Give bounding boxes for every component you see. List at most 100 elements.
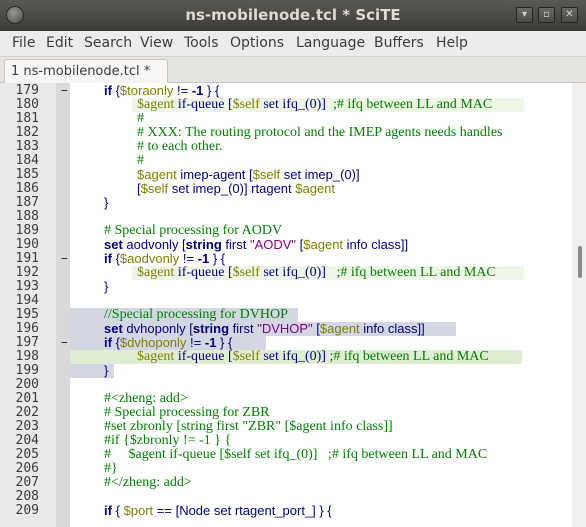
menu-search[interactable]: Search (84, 35, 132, 51)
code-line[interactable]: 181 # (0, 112, 572, 126)
code-token: set (104, 237, 123, 252)
code-line[interactable]: 187} (0, 196, 572, 210)
code-text: # $agent if-queue [$self set ifq_(0)] ;#… (104, 448, 487, 462)
code-token: $self (232, 349, 260, 364)
code-line[interactable]: 208 (0, 490, 572, 504)
maximize-button[interactable]: ▫ (538, 7, 555, 23)
code-token: set ifq_(0)] (259, 265, 337, 280)
code-line[interactable]: 186 [$self set imep_(0)] rtagent $agent (0, 182, 572, 196)
code-line[interactable]: 190 set aodvonly [string first "AODV" [$a… (0, 238, 572, 252)
code-line[interactable]: 196 set dvhoponly [string first "DVHOP" [… (0, 322, 572, 336)
menu-view[interactable]: View (140, 35, 173, 51)
code-line[interactable]: 180 $agent if-queue [$self set ifq_(0)] ;… (0, 98, 572, 112)
fold-marker-icon[interactable]: − (61, 252, 68, 266)
code-token: ;# ifq between LL and MAC (329, 349, 489, 364)
code-line[interactable]: 191 − if {$aodvonly != -1 } { (0, 252, 572, 266)
menu-edit[interactable]: Edit (46, 35, 73, 51)
line-number: 209 (15, 503, 39, 518)
code-line[interactable]: 179 − if {$toraonly != -1 } { (0, 84, 572, 98)
code-token: first (229, 321, 258, 336)
line-number: 207 (15, 475, 39, 490)
menu-options[interactable]: Options (230, 35, 284, 51)
line-number: 196 (15, 321, 39, 336)
menu-language[interactable]: Language (296, 35, 365, 51)
line-number: 191 (15, 251, 39, 266)
code-line[interactable]: 205 # $agent if-queue [$self set ifq_(0)]… (0, 448, 572, 462)
code-text: #set zbronly [string first "ZBR" [$agent… (104, 420, 393, 434)
code-line[interactable]: 207 #</zheng: add> (0, 476, 572, 490)
code-text: # XXX: The routing protocol and the IMEP… (137, 126, 502, 140)
code-token: != (186, 335, 205, 350)
code-token: } (104, 279, 109, 294)
code-line[interactable]: 192 $agent if-queue [$self set ifq_(0)] ;… (0, 266, 572, 280)
menu-file[interactable]: File (12, 35, 35, 51)
code-token: //Special processing for DVHOP (104, 307, 288, 322)
code-line[interactable]: 197 − if {$dvhoponly != -1 } { (0, 336, 572, 350)
menu-buffers[interactable]: Buffers (374, 35, 424, 51)
code-token: ;# ifq between LL and MAC (332, 97, 493, 112)
code-text: #</zheng: add> (104, 476, 192, 490)
code-line[interactable]: 206 #} (0, 462, 572, 476)
code-token: # Special processing for AODV (104, 223, 283, 238)
code-text: # (137, 154, 144, 168)
code-line[interactable]: 193} (0, 280, 572, 294)
code-token: } (104, 195, 109, 210)
code-token: } { (216, 335, 233, 350)
close-button[interactable]: ✕ (561, 7, 578, 23)
code-token: # (137, 111, 144, 126)
code-token: { (111, 251, 120, 266)
fold-marker-icon[interactable]: − (61, 84, 68, 98)
code-line[interactable]: 203 #set zbronly [string first "ZBR" [$ag… (0, 420, 572, 434)
minimize-button[interactable]: ▾ (516, 7, 533, 23)
code-line[interactable]: 194 (0, 294, 572, 308)
code-token: "DVHOP" (257, 321, 313, 336)
code-token: } { (209, 251, 226, 266)
code-token: if (104, 83, 112, 98)
code-line[interactable]: 202 # Special processing for ZBR (0, 406, 572, 420)
code-line[interactable]: 198 $agent if-queue [$self set ifq_(0)] ;… (0, 350, 572, 364)
code-token: dvhoponly [ (122, 321, 193, 336)
menu-help[interactable]: Help (436, 35, 468, 51)
code-line[interactable]: 183 # to each other. (0, 140, 572, 154)
code-editor[interactable]: 179− if {$toraonly != -1 } {180 $agent if-… (0, 83, 586, 527)
code-token: $agent (137, 167, 177, 182)
line-number: 179 (15, 83, 39, 98)
line-number: 204 (15, 433, 39, 448)
code-line[interactable]: 182 # XXX: The routing protocol and the I… (0, 126, 572, 140)
code-text: $agent imep-agent [$self set imep_(0)] (137, 168, 360, 182)
code-text: [$self set imep_(0)] rtagent $agent (137, 182, 335, 196)
code-line[interactable]: 184 # (0, 154, 572, 168)
title-bar[interactable]: ns-mobilenode.tcl * SciTE ▾ ▫ ✕ (0, 0, 586, 31)
code-line[interactable]: 199} (0, 364, 572, 378)
code-line[interactable]: 185 $agent imep-agent [$self set imep_(0)… (0, 168, 572, 182)
code-token: #if {$zbronly != -1 } { (104, 433, 232, 448)
menu-tools[interactable]: Tools (184, 35, 219, 51)
code-token: if (104, 251, 112, 266)
tab-ns-mobilenode[interactable]: 1 ns-mobilenode.tcl * (4, 59, 168, 83)
code-token: [ (312, 321, 320, 336)
code-token: != (179, 251, 198, 266)
code-token: $aodvonly (119, 251, 180, 266)
code-text: #<zheng: add> (104, 392, 188, 406)
code-token: first (221, 237, 250, 252)
code-line[interactable]: 188 (0, 210, 572, 224)
code-token: $agent (137, 349, 175, 364)
code-line[interactable]: 209 if { $port == [Node set rtagent_port_… (0, 504, 572, 518)
line-number: 206 (15, 461, 39, 476)
fold-marker-icon[interactable]: − (61, 336, 68, 350)
line-number: 195 (15, 307, 39, 322)
code-token: set imep_(0)] (280, 167, 360, 182)
code-line[interactable]: 200 (0, 378, 572, 392)
code-line[interactable]: 201 #<zheng: add> (0, 392, 572, 406)
scrollbar-thumb[interactable] (578, 246, 582, 278)
code-line[interactable]: 189 # Special processing for AODV (0, 224, 572, 238)
code-token: if-queue [ (174, 349, 233, 364)
code-line[interactable]: 195 //Special processing for DVHOP (0, 308, 572, 322)
vertical-scrollbar[interactable] (572, 83, 586, 527)
code-token: aodvonly [ (122, 237, 186, 252)
line-number: 205 (15, 447, 39, 462)
code-line[interactable]: 204 #if {$zbronly != -1 } { (0, 434, 572, 448)
code-token: string (192, 321, 230, 336)
code-token: $agent (303, 237, 344, 252)
code-token: ;# ifq between LL and MAC (336, 265, 496, 280)
